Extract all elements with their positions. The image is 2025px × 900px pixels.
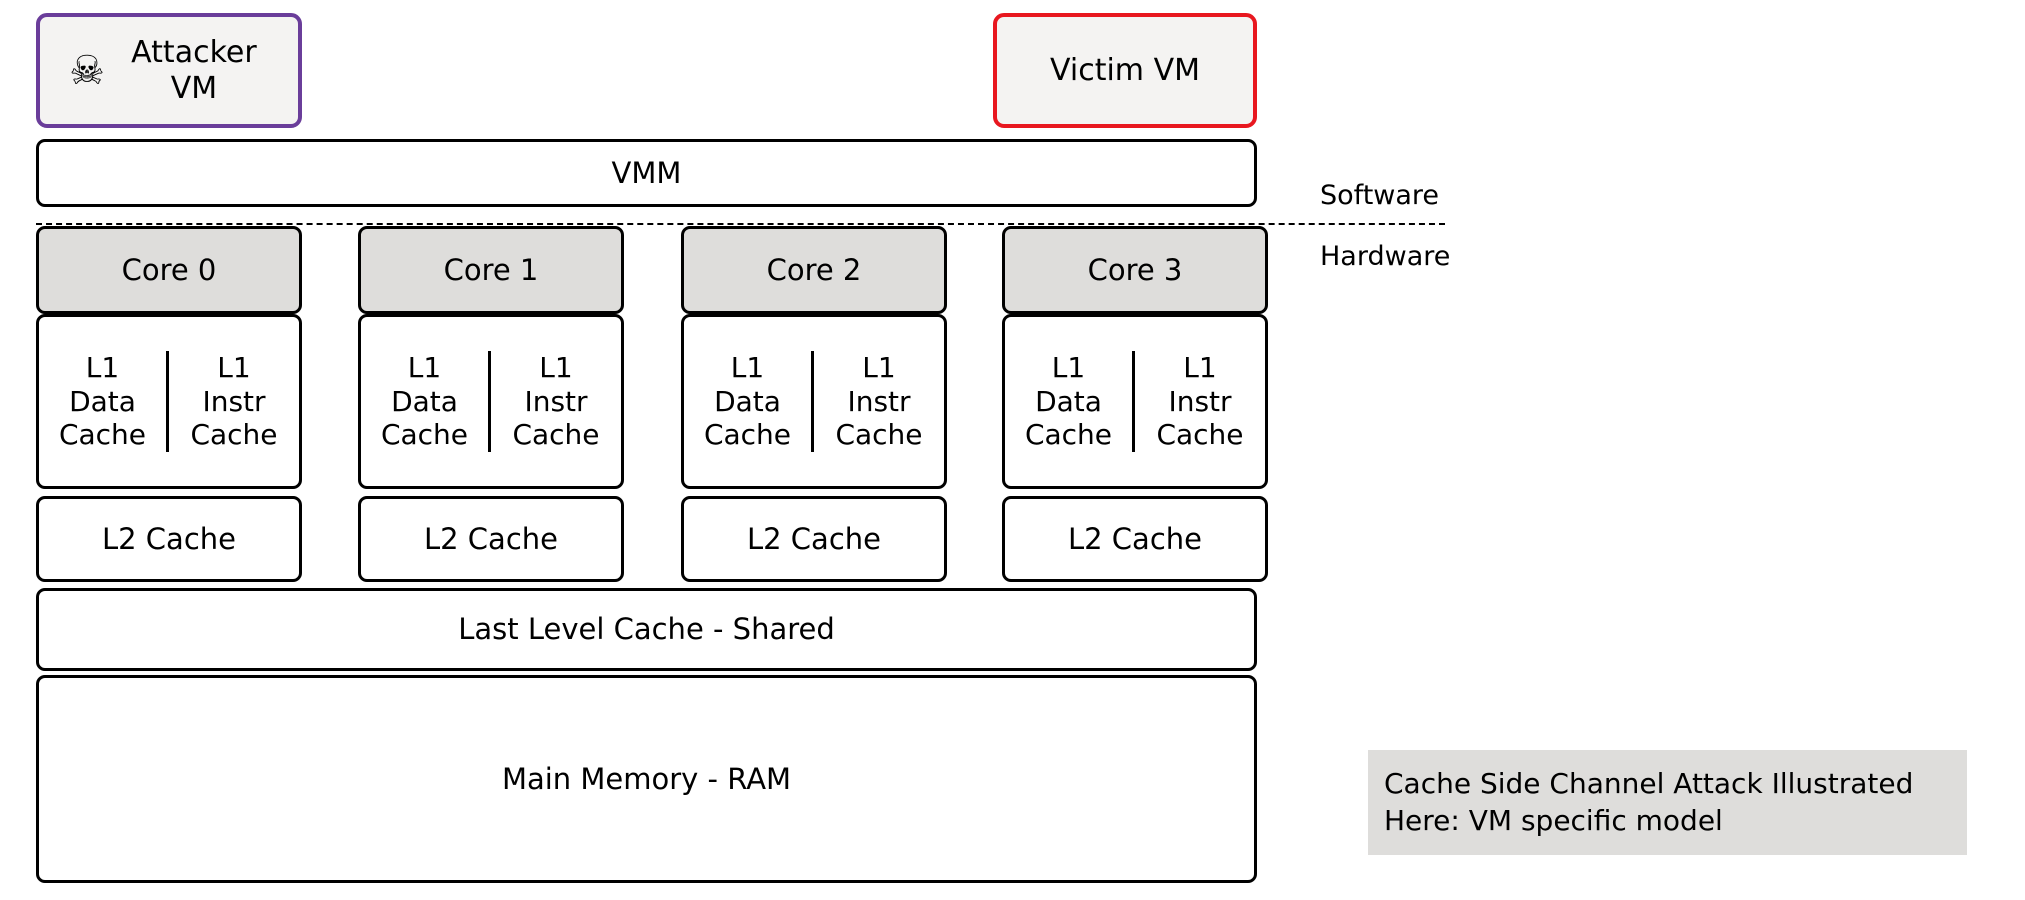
core-1-l1-data-line2: Data xyxy=(391,384,458,418)
core-2-header[interactable]: Core 2 xyxy=(681,226,947,314)
core-3-l1-instr-line1: L1 xyxy=(1183,351,1217,385)
core-1-l1-instr-line3: Cache xyxy=(512,418,600,452)
core-1-l1-data-line1: L1 xyxy=(407,351,442,385)
core-3-l1-instr-line3: Cache xyxy=(1156,418,1244,452)
software-hardware-divider xyxy=(36,223,1445,225)
core-2-l1-data-line2: Data xyxy=(714,384,781,418)
main-memory-label: Main Memory - RAM xyxy=(501,761,792,796)
core-3-l1-instr-cache[interactable]: L1 Instr Cache xyxy=(1135,351,1265,452)
victim-vm-label: Victim VM xyxy=(1050,52,1200,88)
core-3-l1-data-line3: Cache xyxy=(1024,418,1113,452)
core-1-l1-data-cache[interactable]: L1 Data Cache xyxy=(361,351,491,452)
core-2-l2-label: L2 Cache xyxy=(746,521,881,556)
attacker-vm-box[interactable]: ☠ Attacker VM xyxy=(36,13,302,128)
core-2-l1-data-line3: Cache xyxy=(703,418,792,452)
hardware-layer-label: Hardware xyxy=(1320,241,1451,272)
core-1-l2-cache[interactable]: L2 Cache xyxy=(358,496,624,582)
core-2-l2-cache[interactable]: L2 Cache xyxy=(681,496,947,582)
core-2-l1-data-line1: L1 xyxy=(730,351,765,385)
core-0-label: Core 0 xyxy=(121,252,217,287)
core-1-header[interactable]: Core 1 xyxy=(358,226,624,314)
core-3-l2-label: L2 Cache xyxy=(1067,521,1202,556)
core-0-l1-data-cache[interactable]: L1 Data Cache xyxy=(39,351,169,452)
core-1-l1-data-line3: Cache xyxy=(380,418,469,452)
caption-line-1: Cache Side Channel Attack Illustrated xyxy=(1384,767,1914,800)
core-0-l2-cache[interactable]: L2 Cache xyxy=(36,496,302,582)
skull-and-crossbones-icon: ☠ xyxy=(69,47,105,94)
core-1-l1-pair: L1 Data Cache L1 Instr Cache xyxy=(358,314,624,489)
core-3-l1-data-line2: Data xyxy=(1035,384,1102,418)
diagram-caption: Cache Side Channel Attack Illustrated He… xyxy=(1368,750,1967,855)
core-0-l1-pair: L1 Data Cache L1 Instr Cache xyxy=(36,314,302,489)
core-0-l1-instr-line1: L1 xyxy=(217,351,251,385)
core-0-l2-label: L2 Cache xyxy=(101,521,236,556)
core-2-label: Core 2 xyxy=(766,252,862,287)
core-2-l1-pair: L1 Data Cache L1 Instr Cache xyxy=(681,314,947,489)
core-1-l1-instr-cache[interactable]: L1 Instr Cache xyxy=(491,351,621,452)
core-3-l1-data-cache[interactable]: L1 Data Cache xyxy=(1005,351,1135,452)
core-1-l1-instr-line2: Instr xyxy=(524,384,588,418)
core-0-header[interactable]: Core 0 xyxy=(36,226,302,314)
core-0-l1-data-line3: Cache xyxy=(58,418,147,452)
core-3-label: Core 3 xyxy=(1087,252,1183,287)
core-0-l1-instr-cache[interactable]: L1 Instr Cache xyxy=(169,351,299,452)
core-3-l1-instr-line2: Instr xyxy=(1168,384,1232,418)
core-1-l1-instr-line1: L1 xyxy=(539,351,573,385)
core-3-l1-pair: L1 Data Cache L1 Instr Cache xyxy=(1002,314,1268,489)
core-2-l1-instr-line1: L1 xyxy=(862,351,896,385)
last-level-cache-label: Last Level Cache - Shared xyxy=(458,612,835,647)
cache-side-channel-diagram: ☠ Attacker VM Victim VM VMM Software Har… xyxy=(0,0,2025,900)
core-0-l1-data-line2: Data xyxy=(69,384,136,418)
core-0-l1-data-line1: L1 xyxy=(85,351,120,385)
core-2-l1-instr-line3: Cache xyxy=(835,418,923,452)
victim-vm-box[interactable]: Victim VM xyxy=(993,13,1257,128)
core-0-l1-instr-line3: Cache xyxy=(190,418,278,452)
last-level-cache-box[interactable]: Last Level Cache - Shared xyxy=(36,588,1257,671)
core-3-l1-data-line1: L1 xyxy=(1051,351,1086,385)
vmm-box[interactable]: VMM xyxy=(36,139,1257,207)
core-2-l1-instr-line2: Instr xyxy=(847,384,911,418)
core-2-l1-instr-cache[interactable]: L1 Instr Cache xyxy=(814,351,944,452)
core-3-l2-cache[interactable]: L2 Cache xyxy=(1002,496,1268,582)
vmm-label: VMM xyxy=(611,155,682,190)
software-layer-label: Software xyxy=(1320,180,1440,211)
core-1-l2-label: L2 Cache xyxy=(423,521,558,556)
core-2-l1-data-cache[interactable]: L1 Data Cache xyxy=(684,351,814,452)
attacker-vm-label: Attacker VM xyxy=(131,35,257,106)
caption-line-2: Here: VM specific model xyxy=(1384,803,1723,837)
core-0-l1-instr-line2: Instr xyxy=(202,384,266,418)
main-memory-box[interactable]: Main Memory - RAM xyxy=(36,675,1257,883)
core-1-label: Core 1 xyxy=(443,252,539,287)
core-3-header[interactable]: Core 3 xyxy=(1002,226,1268,314)
